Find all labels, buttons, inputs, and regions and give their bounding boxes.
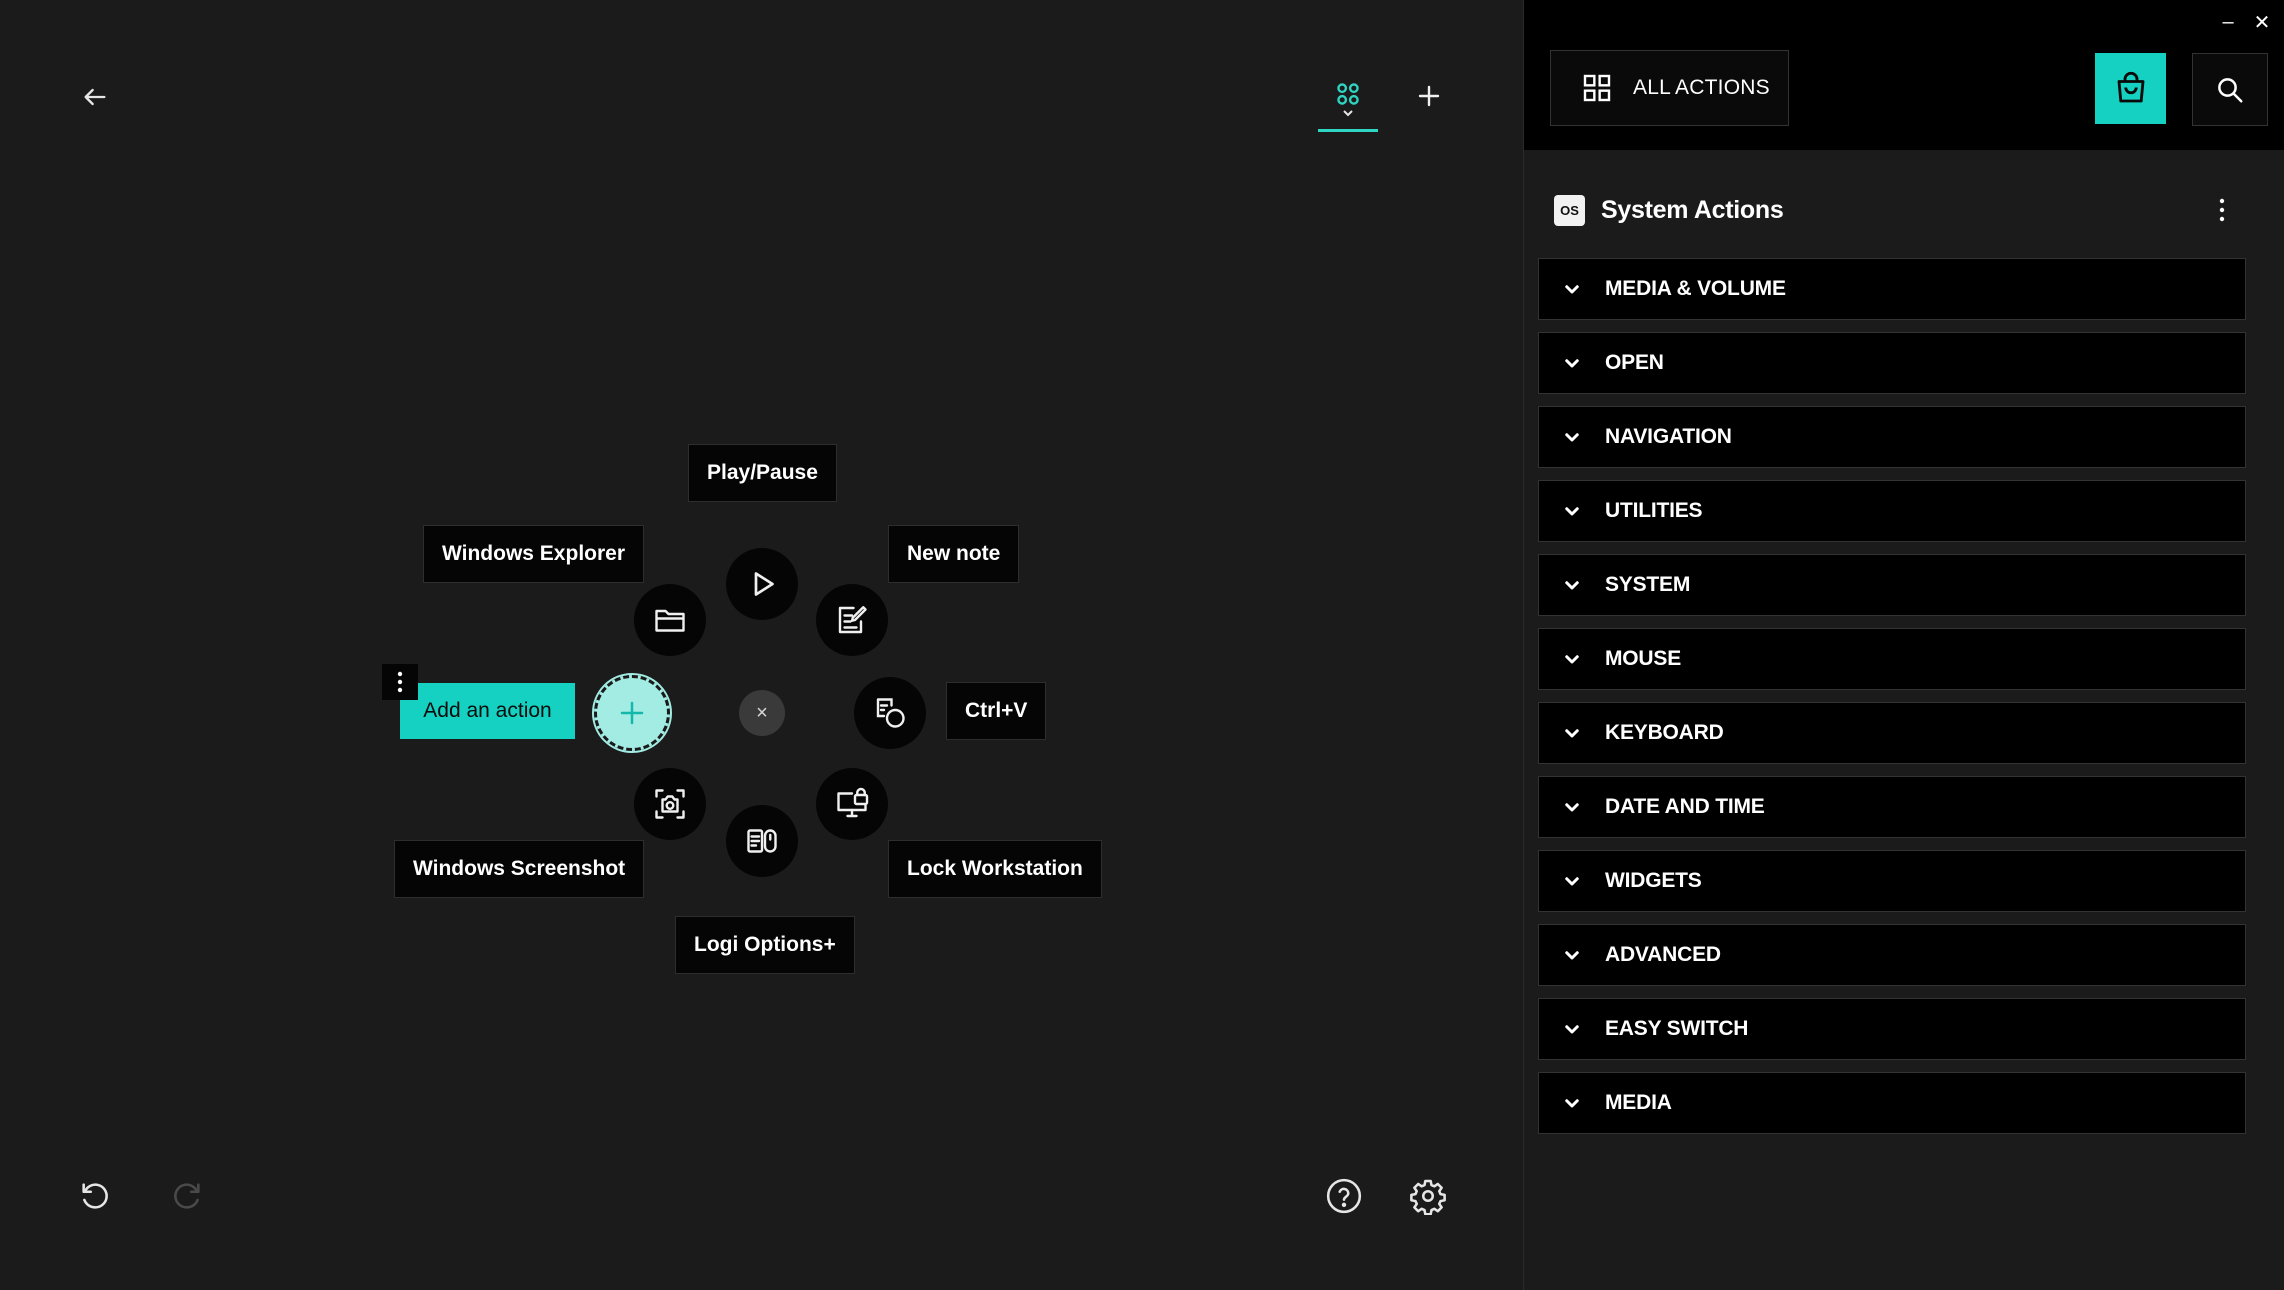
- category-mouse[interactable]: MOUSE: [1538, 628, 2246, 690]
- add-layout-button[interactable]: [1409, 76, 1449, 116]
- new-note-label[interactable]: New note: [888, 525, 1020, 583]
- category-advanced[interactable]: ADVANCED: [1538, 924, 2246, 986]
- plus-icon: [620, 701, 644, 725]
- category-navigation[interactable]: NAVIGATION: [1538, 406, 2246, 468]
- windows-explorer-label[interactable]: Windows Explorer: [423, 525, 645, 583]
- lock-monitor-icon: [837, 787, 869, 818]
- redo-icon: [174, 1183, 200, 1209]
- category-easy-switch[interactable]: EASY SWITCH: [1538, 998, 2246, 1060]
- category-label: KEYBOARD: [1605, 721, 1724, 744]
- category-label: OPEN: [1605, 351, 1664, 374]
- play-icon: [754, 572, 774, 596]
- chevron-down-icon: [1565, 655, 1579, 664]
- all-actions-label: ALL ACTIONS: [1633, 76, 1770, 99]
- grid-icon: [1583, 74, 1611, 102]
- undo-icon: [82, 1183, 108, 1209]
- logi-options-label[interactable]: Logi Options+: [675, 916, 855, 974]
- ctrl-v-slot[interactable]: [854, 677, 926, 749]
- more-vertical-icon: [397, 671, 403, 693]
- more-vertical-icon: [2219, 198, 2225, 222]
- category-label: SYSTEM: [1605, 573, 1691, 596]
- close-icon: ×: [756, 701, 768, 724]
- logi-options-slot[interactable]: [726, 805, 798, 877]
- play-pause-label[interactable]: Play/Pause: [688, 444, 837, 502]
- help-button[interactable]: [1322, 1174, 1366, 1218]
- chevron-down-icon: [1565, 581, 1579, 590]
- panel-header: – ✕ ALL ACTIONS: [1524, 0, 2284, 150]
- section-title: System Actions: [1601, 195, 1784, 224]
- category-label: WIDGETS: [1605, 869, 1702, 892]
- chevron-down-icon: [1565, 1099, 1579, 1108]
- chevron-down-icon: [1565, 285, 1579, 294]
- screenshot-icon: [655, 789, 685, 819]
- play-pause-slot[interactable]: [726, 548, 798, 620]
- ctrl-v-label[interactable]: Ctrl+V: [946, 682, 1047, 740]
- plus-icon: [1418, 85, 1440, 107]
- lock-workstation-slot[interactable]: [816, 768, 888, 840]
- category-label: UTILITIES: [1605, 499, 1703, 522]
- layout-tab[interactable]: [1318, 70, 1378, 128]
- grid-dots-icon: [1337, 83, 1359, 105]
- category-label: MEDIA & VOLUME: [1605, 277, 1786, 300]
- chevron-down-icon: [1343, 110, 1353, 117]
- arrow-left-icon: [84, 88, 106, 106]
- system-actions-header: OS System Actions: [1554, 190, 2254, 230]
- store-button[interactable]: [2095, 53, 2166, 124]
- category-label: NAVIGATION: [1605, 425, 1732, 448]
- chevron-down-icon: [1565, 507, 1579, 516]
- category-label: MOUSE: [1605, 647, 1682, 670]
- settings-button[interactable]: [1406, 1174, 1450, 1218]
- active-tab-indicator: [1318, 129, 1378, 132]
- chevron-down-icon: [1565, 951, 1579, 960]
- category-label: EASY SWITCH: [1605, 1017, 1749, 1040]
- chevron-down-icon: [1565, 803, 1579, 812]
- close-window-button[interactable]: ✕: [2250, 10, 2274, 34]
- undo-button[interactable]: [74, 1175, 116, 1217]
- category-utilities[interactable]: UTILITIES: [1538, 480, 2246, 542]
- chevron-down-icon: [1565, 729, 1579, 738]
- gear-icon: [1410, 1179, 1446, 1215]
- category-widgets[interactable]: WIDGETS: [1538, 850, 2246, 912]
- category-label: MEDIA: [1605, 1091, 1672, 1114]
- logi-options-icon: [747, 829, 777, 853]
- search-button[interactable]: [2192, 53, 2268, 126]
- close-radial-button[interactable]: ×: [739, 690, 785, 736]
- windows-screenshot-label[interactable]: Windows Screenshot: [394, 840, 645, 898]
- chevron-down-icon: [1565, 359, 1579, 368]
- category-label: DATE AND TIME: [1605, 795, 1765, 818]
- category-open[interactable]: OPEN: [1538, 332, 2246, 394]
- chevron-down-icon: [1565, 433, 1579, 442]
- paste-icon: [876, 698, 905, 728]
- category-media-volume[interactable]: MEDIA & VOLUME: [1538, 258, 2246, 320]
- chevron-down-icon: [1565, 1025, 1579, 1034]
- lock-workstation-label[interactable]: Lock Workstation: [888, 840, 1102, 898]
- windows-screenshot-slot[interactable]: [634, 768, 706, 840]
- category-date-and-time[interactable]: DATE AND TIME: [1538, 776, 2246, 838]
- category-media[interactable]: MEDIA: [1538, 1072, 2246, 1134]
- back-button[interactable]: [74, 76, 116, 118]
- search-icon: [2218, 77, 2243, 102]
- category-keyboard[interactable]: KEYBOARD: [1538, 702, 2246, 764]
- section-more-button[interactable]: [2207, 195, 2237, 225]
- help-circle-icon: [1326, 1178, 1362, 1214]
- add-action-more-button[interactable]: [382, 664, 418, 700]
- redo-button[interactable]: [166, 1175, 208, 1217]
- category-system[interactable]: SYSTEM: [1538, 554, 2246, 616]
- category-label: ADVANCED: [1605, 943, 1721, 966]
- actions-panel: – ✕ ALL ACTIONS OS System Actions MEDIA …: [1523, 0, 2284, 1290]
- note-edit-icon: [838, 606, 867, 634]
- os-badge: OS: [1554, 194, 1585, 226]
- radial-editor: × Add an action Play/Pause New note Ctrl…: [0, 0, 1523, 1290]
- new-note-slot[interactable]: [816, 584, 888, 656]
- add-action-slot[interactable]: [592, 673, 672, 753]
- chevron-down-icon: [1565, 877, 1579, 886]
- minimize-button[interactable]: –: [2216, 11, 2240, 33]
- shopping-bag-icon: [2117, 71, 2144, 102]
- folder-icon: [655, 609, 685, 632]
- add-action-label[interactable]: Add an action: [400, 683, 575, 739]
- action-categories-list: MEDIA & VOLUME OPEN NAVIGATION UTILITIES SYS…: [1538, 258, 2246, 1146]
- windows-explorer-slot[interactable]: [634, 584, 706, 656]
- all-actions-button[interactable]: ALL ACTIONS: [1550, 50, 1789, 126]
